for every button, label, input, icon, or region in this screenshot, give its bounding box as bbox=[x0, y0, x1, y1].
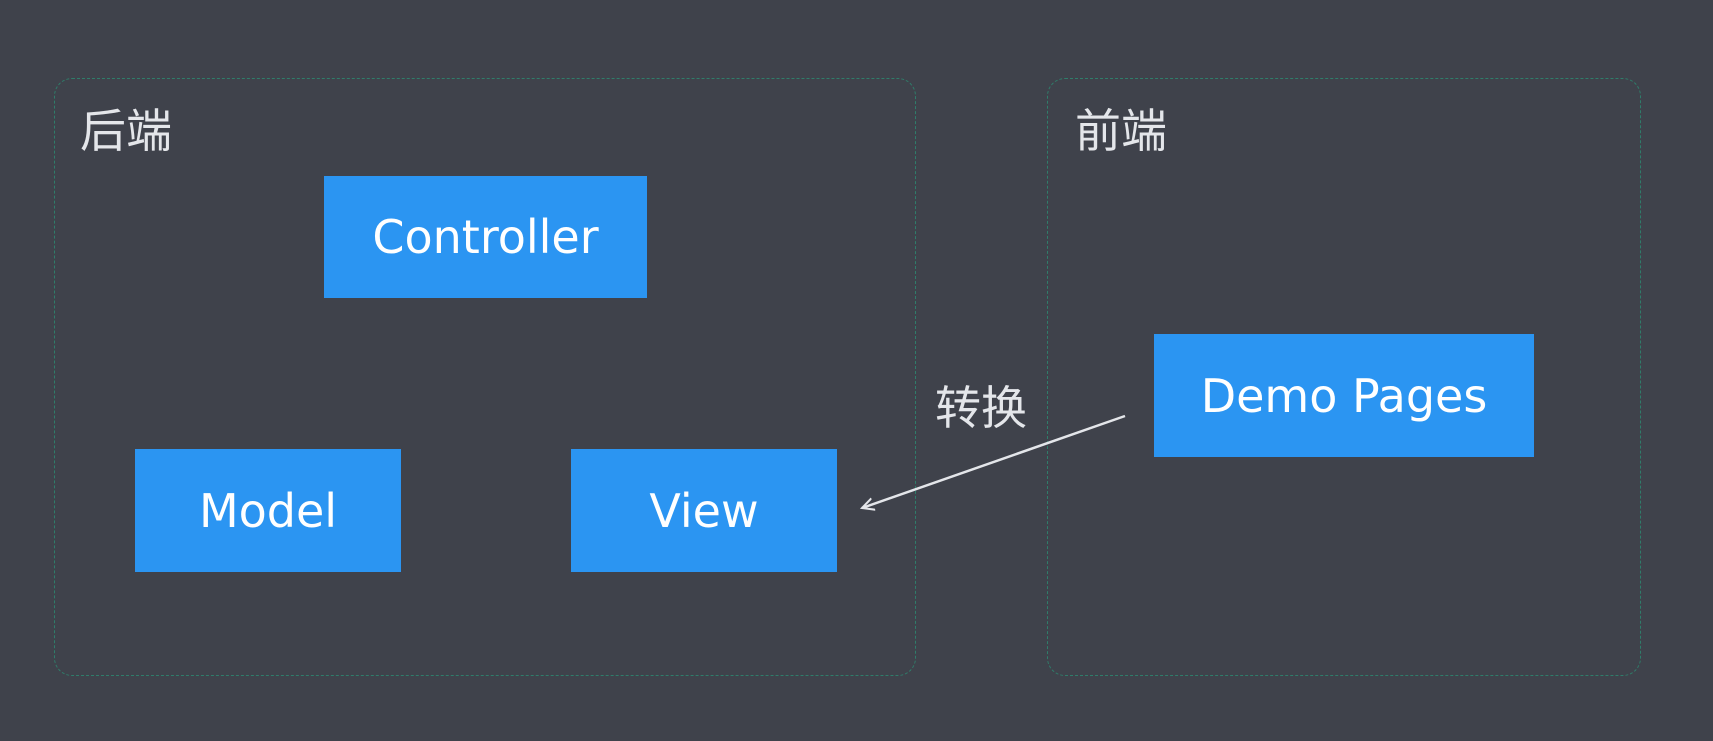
diagram-canvas: 后端 前端 Controller Model View Demo Pages 转… bbox=[0, 0, 1713, 741]
backend-group bbox=[54, 78, 916, 676]
view-node: View bbox=[571, 449, 837, 572]
edge-label: 转换 bbox=[935, 381, 1027, 435]
controller-node: Controller bbox=[324, 176, 647, 298]
demo-pages-node: Demo Pages bbox=[1154, 334, 1534, 457]
backend-group-title: 后端 bbox=[80, 104, 172, 158]
frontend-group-title: 前端 bbox=[1075, 104, 1167, 158]
model-node: Model bbox=[135, 449, 401, 572]
